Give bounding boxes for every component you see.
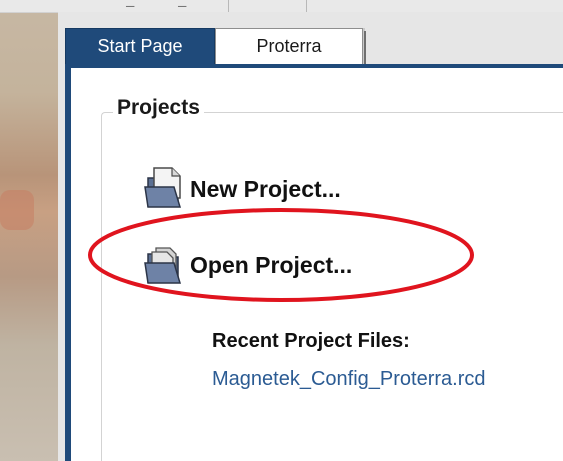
new-folder-icon <box>142 166 188 212</box>
background-photo <box>0 0 58 461</box>
cropped-glyph: _ <box>126 0 135 10</box>
start-page-content: Projects New Project... Open Project... … <box>71 68 563 461</box>
tab-proterra[interactable]: Proterra <box>215 28 366 65</box>
screenshot-root: ‾ _ _ Start Page Proterra Projects New P… <box>0 0 563 461</box>
tab-bar: Start Page Proterra <box>58 12 563 67</box>
toolbar-separator <box>228 0 229 12</box>
open-project-label: Open Project... <box>190 251 353 278</box>
open-folder-icon <box>142 242 188 288</box>
tab-start-page[interactable]: Start Page <box>65 28 215 64</box>
cropped-glyph: ‾ <box>60 0 69 10</box>
app-window: Start Page Proterra Projects New Project… <box>58 12 563 461</box>
background-blotch <box>0 190 34 230</box>
projects-heading: Projects <box>113 96 204 120</box>
new-project-label: New Project... <box>190 175 341 202</box>
recent-file-link[interactable]: Magnetek_Config_Proterra.rcd <box>212 368 485 391</box>
toolbar-separator <box>306 0 307 12</box>
open-project-button[interactable]: Open Project... <box>142 242 352 288</box>
recent-files-heading: Recent Project Files: <box>212 330 410 352</box>
tab-label: Start Page <box>97 36 183 56</box>
cropped-glyph: _ <box>178 0 187 10</box>
tab-label: Proterra <box>256 36 322 56</box>
new-project-button[interactable]: New Project... <box>142 166 341 212</box>
start-page-frame: Projects New Project... Open Project... … <box>65 64 563 461</box>
